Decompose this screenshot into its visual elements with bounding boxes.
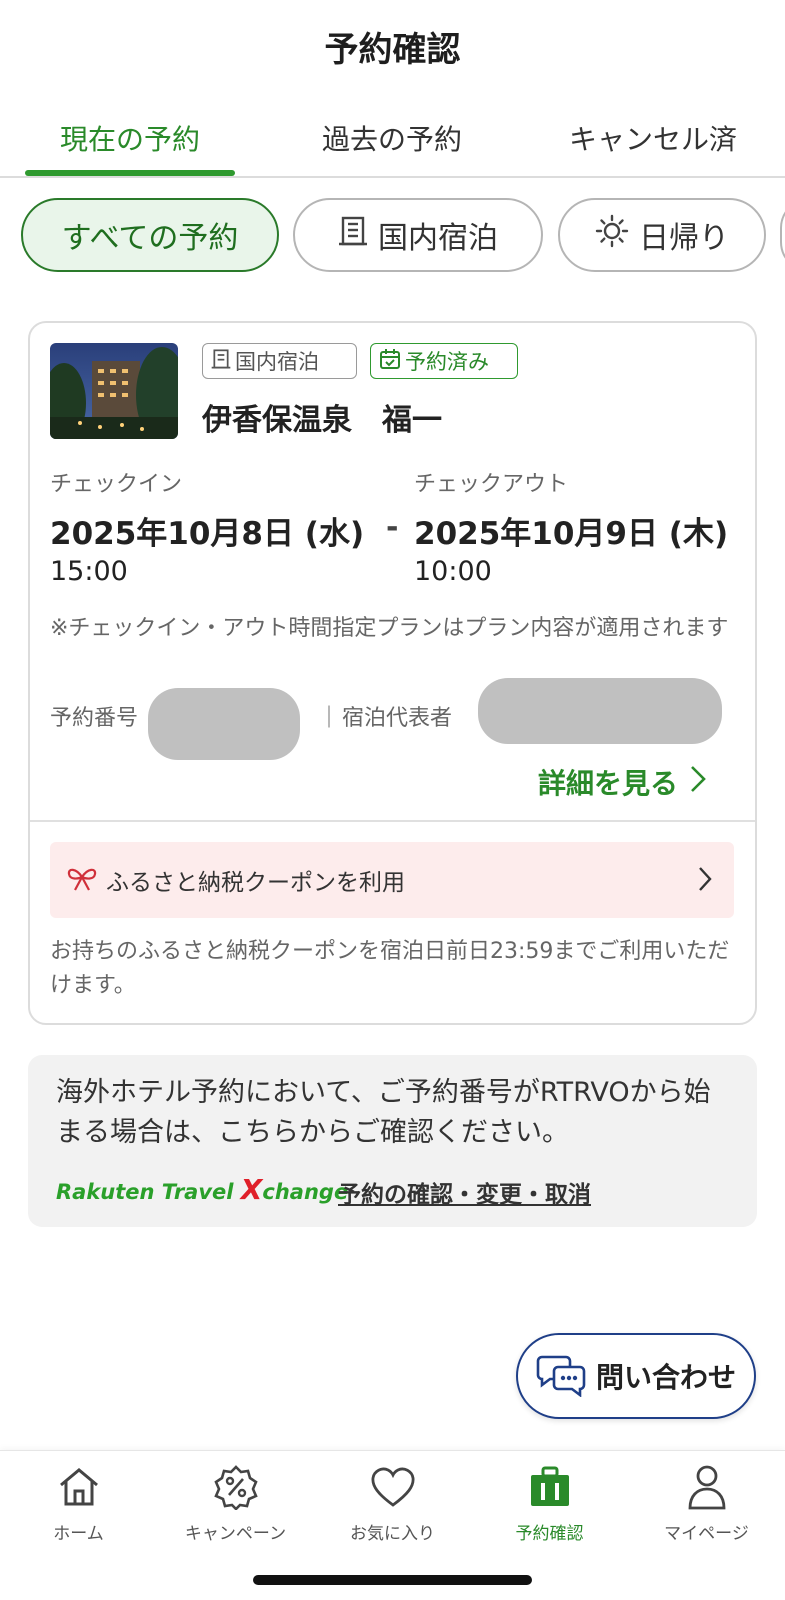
- status-badge-label: 予約済み: [405, 350, 489, 374]
- hotel-thumbnail[interactable]: [50, 343, 178, 439]
- nav-favorites[interactable]: お気に入り: [314, 1463, 471, 1544]
- contact-button[interactable]: 問い合わせ: [516, 1333, 756, 1419]
- checkin-time: 15:00: [50, 556, 128, 587]
- sun-icon: [595, 214, 629, 256]
- checkin-note: ※チェックイン・アウト時間指定プランはプラン内容が適用されます: [50, 616, 729, 641]
- checkin-label: チェックイン: [50, 472, 183, 497]
- overseas-text: 海外ホテル予約において、ご予約番号がRTRVOから始まる場合は、こちらからご確認…: [56, 1077, 711, 1148]
- suitcase-icon: [471, 1463, 628, 1511]
- card-divider: [30, 820, 755, 822]
- building-icon: [211, 348, 231, 375]
- filter-chips: すべての予約 国内宿泊 日帰り: [0, 198, 785, 274]
- overseas-notice: 海外ホテル予約において、ご予約番号がRTRVOから始まる場合は、こちらからご確認…: [28, 1055, 757, 1227]
- hotel-name[interactable]: 伊香保温泉 福一: [202, 395, 442, 439]
- reservation-card: 国内宿泊 予約済み 伊香保温泉 福一: [28, 321, 757, 1025]
- checkout-label: チェックアウト: [414, 472, 569, 497]
- coupon-label: ふるさと納税クーポンを利用: [106, 870, 405, 896]
- home-indicator: [253, 1575, 532, 1585]
- nav-campaign[interactable]: キャンペーン: [157, 1463, 314, 1544]
- page-title: 予約確認: [324, 30, 461, 70]
- redacted-guest-name: [478, 678, 722, 744]
- redacted-reservation-number: [148, 688, 300, 760]
- checkout-date: 2025年10月9日 (木): [414, 516, 729, 552]
- reservation-tabs: 現在の予約 過去の予約 キャンセル済: [0, 118, 785, 178]
- checkout-time: 10:00: [414, 556, 492, 587]
- reservation-number-label: 予約番号: [50, 706, 139, 731]
- furusato-coupon-button[interactable]: ふるさと納税クーポンを利用: [50, 842, 734, 918]
- percent-badge-icon: [157, 1463, 314, 1511]
- tab-past[interactable]: 過去の予約: [292, 118, 492, 178]
- filter-more[interactable]: [780, 198, 785, 272]
- ribbon-icon: [66, 866, 98, 896]
- date-separator: -: [386, 510, 399, 545]
- tab-cancelled[interactable]: キャンセル済: [548, 118, 758, 178]
- tab-current[interactable]: 現在の予約: [25, 118, 235, 178]
- status-badge: 予約済み: [370, 343, 518, 379]
- nav-favorites-label: お気に入り: [350, 1524, 435, 1544]
- nav-reservations-label: 予約確認: [515, 1524, 584, 1544]
- calendar-check-icon: [379, 348, 401, 375]
- contact-label: 問い合わせ: [595, 1361, 736, 1394]
- logo-text: Rakuten Travel: [56, 1180, 241, 1204]
- coupon-note: お持ちのふるさと納税クーポンを宿泊日前日23:59までご利用いただけます。: [50, 939, 730, 998]
- chevron-right-icon: [690, 765, 706, 800]
- filter-daytrip[interactable]: 日帰り: [558, 198, 766, 272]
- filter-all-label: すべての予約: [61, 221, 239, 256]
- person-icon: [628, 1463, 785, 1511]
- meta-divider: ｜: [318, 706, 341, 731]
- filter-domestic[interactable]: 国内宿泊: [293, 198, 543, 272]
- filter-domestic-label: 国内宿泊: [378, 221, 498, 256]
- rakuten-travel-xchange-logo: Rakuten Travel Xchange: [56, 1173, 348, 1206]
- chevron-right-icon: [698, 866, 712, 896]
- filter-daytrip-label: 日帰り: [639, 221, 729, 256]
- active-tab-indicator: [25, 170, 235, 176]
- detail-link-label: 詳細を見る: [538, 767, 679, 800]
- filter-all[interactable]: すべての予約: [21, 198, 279, 272]
- chat-bubbles-icon: [536, 1351, 586, 1401]
- nav-campaign-label: キャンペーン: [184, 1524, 287, 1544]
- home-icon: [0, 1463, 157, 1511]
- logo-suffix: change: [262, 1180, 349, 1204]
- guest-label: 宿泊代表者: [342, 706, 453, 731]
- nav-mypage[interactable]: マイページ: [628, 1463, 785, 1544]
- type-tag-label: 国内宿泊: [235, 350, 319, 374]
- nav-home-label: ホーム: [53, 1524, 104, 1544]
- reservation-meta: 予約番号: [50, 700, 138, 732]
- overseas-manage-link[interactable]: 予約の確認・変更・取消: [338, 1175, 591, 1209]
- heart-icon: [314, 1463, 471, 1511]
- checkin-date: 2025年10月8日 (水): [50, 516, 365, 552]
- nav-reservations[interactable]: 予約確認: [471, 1463, 628, 1544]
- building-icon: [338, 215, 368, 255]
- logo-x: X: [240, 1173, 263, 1206]
- nav-home[interactable]: ホーム: [0, 1463, 157, 1544]
- detail-link[interactable]: 詳細を見る: [538, 762, 706, 802]
- type-tag: 国内宿泊: [202, 343, 357, 379]
- nav-mypage-label: マイページ: [664, 1524, 749, 1544]
